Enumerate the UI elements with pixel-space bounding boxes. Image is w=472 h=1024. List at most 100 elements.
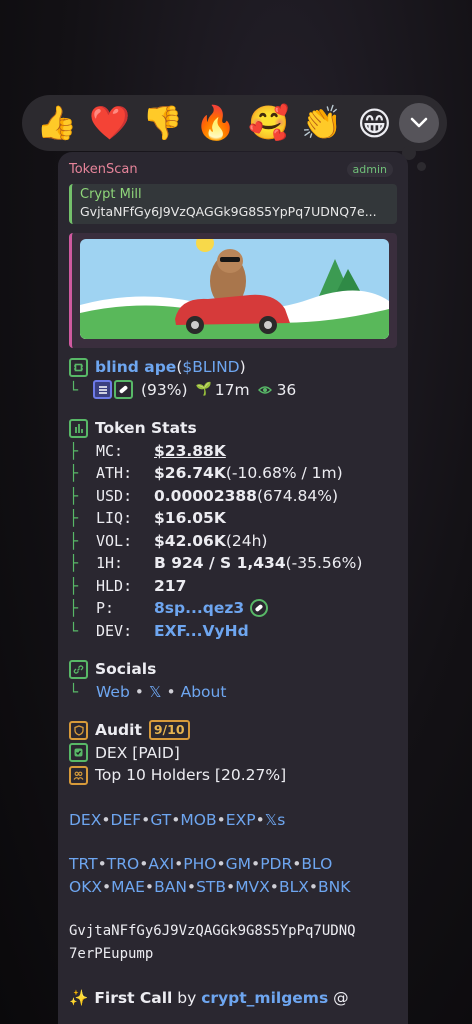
audit-heading: Audit 9/10	[69, 719, 397, 742]
sender-name[interactable]: TokenScan	[69, 162, 138, 177]
link-mae[interactable]: MAE	[111, 878, 145, 896]
tree-connector: └	[69, 682, 79, 701]
reaction-thumbs-down[interactable]: 👎	[136, 99, 189, 147]
stat-extra: (674.84%)	[256, 486, 339, 505]
tree-connector: ├	[69, 509, 79, 528]
tree-connector: ├	[69, 441, 79, 460]
links-row-2: TRT • TRO • AXI • PHO • GM • PDR • BLO	[69, 855, 333, 874]
stat-value-mc[interactable]: $23.88K	[154, 442, 226, 460]
socials-row: └ Web • 𝕏 • About	[69, 681, 397, 704]
token-stats-list: ├ MC: $23.88K ├ ATH: $26.74K (-10.68% / …	[69, 440, 397, 643]
link-ban[interactable]: BAN	[154, 878, 187, 896]
link-exp[interactable]: EXP	[226, 811, 256, 829]
token-age: 17m	[214, 380, 250, 399]
dev-address-link[interactable]: EXF...VyHd	[154, 622, 249, 640]
reaction-grinning[interactable]: 😁	[348, 99, 401, 147]
reaction-smiling-face-hearts[interactable]: 🥰	[242, 99, 295, 147]
stat-row-vol: ├ VOL: $42.06K (24h)	[69, 530, 397, 553]
tree-connector: ├	[69, 576, 79, 595]
token-name-link[interactable]: blind ape	[95, 358, 176, 376]
link-def[interactable]: DEF	[111, 811, 142, 829]
link-dex[interactable]: DEX	[69, 811, 101, 829]
audit-title: Audit	[95, 721, 142, 740]
first-call-label: First Call	[94, 989, 173, 1008]
link-pdr[interactable]: PDR	[260, 855, 292, 873]
first-call-user-link[interactable]: crypt_milgems	[201, 989, 328, 1007]
message-header: TokenScan admin	[69, 160, 397, 178]
link-pho[interactable]: PHO	[183, 855, 216, 873]
link-mob[interactable]: MOB	[180, 811, 216, 829]
stat-label: P:	[96, 599, 115, 618]
reaction-heart[interactable]: ❤️	[83, 99, 136, 147]
contract-address[interactable]: GvjtaNFfGy6J9VzQAGGk9G8S5YpPq7UDNQ 7erPE…	[69, 920, 397, 965]
tree-connector: └	[69, 621, 79, 640]
pill-icon[interactable]	[250, 599, 269, 618]
list-icon[interactable]	[93, 380, 112, 400]
separator-dot: •	[134, 682, 144, 701]
tree-connector: ├	[69, 464, 79, 483]
token-ticker-link[interactable]: $BLIND	[182, 358, 239, 376]
x-link[interactable]: 𝕏	[149, 683, 162, 701]
tree-connector: └	[69, 380, 79, 399]
link-axi[interactable]: AXI	[148, 855, 174, 873]
preview-image[interactable]	[80, 239, 389, 339]
token-chip-icon	[69, 357, 88, 377]
stat-label: HLD:	[96, 576, 133, 595]
link-okx[interactable]: OKX	[69, 878, 102, 896]
reaction-thumbs-up[interactable]: 👍	[30, 99, 83, 147]
link-bnk[interactable]: BNK	[318, 878, 350, 896]
link-icon	[69, 659, 88, 679]
web-link[interactable]: Web	[96, 683, 130, 701]
stat-label: DEV:	[96, 621, 133, 640]
stat-row-dev: └ DEV: EXF...VyHd	[69, 620, 397, 643]
stat-extra: (24h)	[225, 531, 268, 550]
link-stb[interactable]: STB	[196, 878, 226, 896]
link-trt[interactable]: TRT	[69, 855, 98, 873]
ape-car-illustration	[80, 239, 389, 339]
stat-label: USD:	[96, 486, 133, 505]
stat-row-usd: ├ USD: 0.00002388 (674.84%)	[69, 485, 397, 508]
reply-quote[interactable]: Crypt Mill GvjtaNFfGy6J9VzQAGGk9G8S5YpPq…	[69, 184, 397, 224]
tree-connector: ├	[69, 599, 79, 618]
bubble-tail-dot-small	[417, 162, 426, 171]
link-mvx[interactable]: MVX	[235, 878, 270, 896]
view-count: 36	[276, 380, 297, 399]
stat-extra: (-10.68% / 1m)	[225, 464, 343, 483]
reaction-fire[interactable]: 🔥	[189, 99, 242, 147]
message-bubble[interactable]: TokenScan admin Crypt Mill GvjtaNFfGy6J9…	[58, 152, 408, 1024]
chevron-down-icon	[410, 117, 428, 128]
about-link[interactable]: About	[181, 683, 227, 701]
reaction-bar: 👍 ❤️ 👎 🔥 🥰 👏 😁	[22, 95, 447, 151]
dex-icon	[69, 743, 88, 763]
sparkle-icon: ✨	[69, 989, 89, 1008]
audit-holders-row: Top 10 Holders [20.27%]	[69, 764, 397, 787]
reaction-clapping[interactable]: 👏	[295, 99, 348, 147]
contract-line-2: 7erPEupump	[69, 945, 154, 962]
pair-address-link[interactable]: 8sp...qez3	[154, 599, 244, 617]
first-call-by: by	[172, 989, 202, 1008]
token-stats-title: Token Stats	[95, 419, 197, 438]
stat-row-hld: ├ HLD: 217	[69, 575, 397, 598]
stat-row-ath: ├ ATH: $26.74K (-10.68% / 1m)	[69, 462, 397, 485]
link-blx[interactable]: BLX	[279, 878, 309, 896]
stat-value: $42.06K	[154, 531, 226, 550]
link-tro[interactable]: TRO	[107, 855, 139, 873]
audit-dex-text: DEX [PAID]	[95, 743, 180, 762]
more-reactions-button[interactable]	[399, 103, 439, 143]
pill-icon[interactable]	[114, 380, 133, 400]
links-row-3: OKX • MAE • BAN • STB • MVX • BLX • BNK	[69, 877, 351, 896]
stat-label: MC:	[96, 441, 124, 460]
eye-icon	[257, 381, 272, 399]
ticker-close: )	[239, 358, 246, 377]
stat-label: 1H:	[96, 554, 124, 573]
socials-heading: Socials	[69, 658, 397, 681]
audit-score-badge: 9/10	[148, 720, 190, 741]
stat-value: $26.74K	[154, 464, 226, 483]
link-preview[interactable]	[69, 233, 397, 348]
link-xs[interactable]: 𝕏s	[265, 811, 286, 829]
link-blo[interactable]: BLO	[301, 855, 332, 873]
link-gt[interactable]: GT	[150, 811, 171, 829]
reply-text: GvjtaNFfGy6J9VzQAGGk9G8S5YpPq7UDNQ7e...	[80, 204, 377, 219]
link-gm[interactable]: GM	[226, 855, 251, 873]
stat-value: 217	[154, 576, 187, 595]
